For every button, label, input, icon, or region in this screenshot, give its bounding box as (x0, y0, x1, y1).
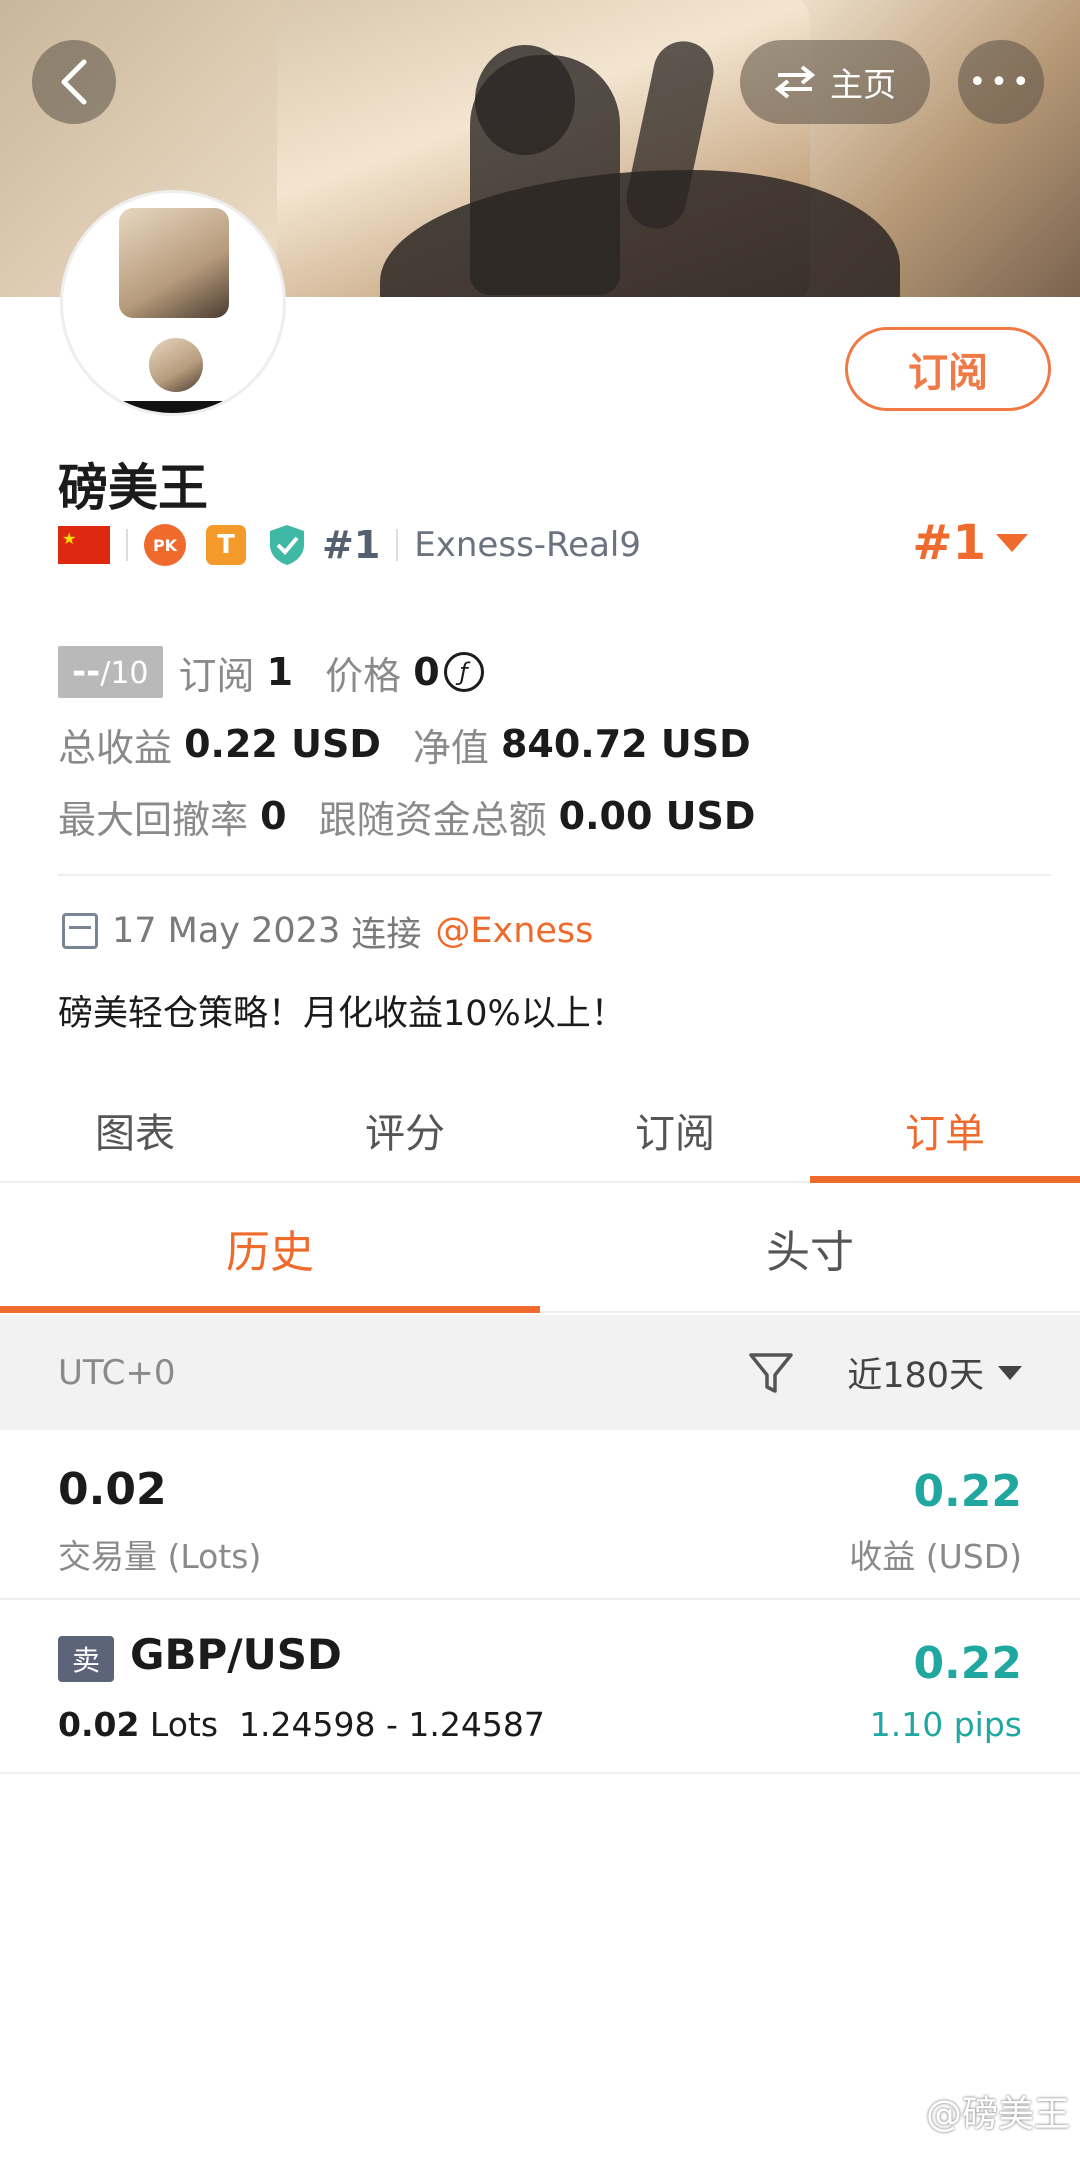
verified-shield-icon (270, 525, 304, 565)
stats-block: --/10 订阅 1 价格 0 ƒ 总收益 0.22 USD 净值 840.72… (58, 636, 755, 852)
chevron-left-icon (61, 59, 87, 105)
total-profit-caption: 收益 (USD) (849, 1537, 1022, 1576)
avatar-bottom-bar (63, 401, 283, 413)
badges-row: ★ PK T #1 Exness-Real9 (58, 520, 641, 570)
watermark: @磅美王 (925, 2094, 1070, 2135)
calendar-icon (62, 913, 98, 949)
total-profit-amount: 0.22 (913, 1466, 1022, 1517)
order-profit: 0.22 (913, 1638, 1022, 1689)
filter-funnel-icon[interactable] (747, 1349, 795, 1397)
range-dropdown[interactable]: 近180天 (847, 1347, 1022, 1398)
avatar[interactable] (60, 190, 286, 416)
max-drawdown-label: 最大回撤率 (58, 797, 249, 842)
tab-rating[interactable]: 评分 (270, 1078, 540, 1181)
badge-divider (126, 529, 128, 561)
stat-row-profit: 总收益 0.22 USD 净值 840.72 USD (58, 708, 755, 780)
filter-bar: UTC+0 近180天 (0, 1315, 1080, 1430)
connect-label: 连接 (351, 914, 422, 955)
more-dots-icon: ••• (968, 64, 1034, 100)
t-badge-icon: T (206, 525, 246, 565)
order-detail: 0.02 Lots 1.24598 - 1.24587 (58, 1705, 545, 1744)
strategy-description: 磅美轻仓策略！月化收益10%以上！ (58, 994, 626, 1034)
server-name: Exness-Real9 (414, 525, 641, 565)
avatar-image (119, 208, 229, 318)
timezone-label: UTC+0 (58, 1352, 176, 1393)
follow-funds-value: 0.00 USD (558, 794, 756, 838)
coin-icon: ƒ (443, 652, 484, 692)
rank-dropdown[interactable]: #1 (912, 515, 1028, 571)
score-box: --/10 (58, 646, 163, 698)
main-tabs: 图表 评分 订阅 订单 (0, 1078, 1080, 1183)
currency-pair: GBP/USD (130, 1630, 342, 1679)
order-subtabs: 历史 头寸 (0, 1185, 1080, 1313)
avatar-mini-image (149, 338, 203, 392)
price-label: 价格 (325, 653, 402, 698)
caret-down-icon (998, 1365, 1022, 1380)
total-profit-label: 总收益 (58, 725, 173, 770)
stat-row-score: --/10 订阅 1 价格 0 ƒ (58, 636, 755, 708)
stat-row-drawdown: 最大回撤率 0 跟随资金总额 0.00 USD (58, 780, 755, 852)
order-lots-unit: Lots (149, 1705, 219, 1744)
equity-label: 净值 (412, 725, 489, 770)
subscribe-button[interactable]: 订阅 (845, 327, 1051, 411)
trader-name: 磅美王 (58, 459, 208, 517)
subtab-history[interactable]: 历史 (0, 1185, 540, 1313)
rank-value: #1 (912, 515, 986, 571)
home-label: 主页 (830, 65, 896, 104)
rank-badge: #1 (322, 523, 381, 567)
sell-badge: 卖 (58, 1636, 114, 1682)
swap-icon (774, 65, 816, 99)
score-value: -- (72, 652, 101, 692)
back-button[interactable] (32, 40, 116, 124)
cover-figure-head (475, 45, 575, 155)
follow-funds-label: 跟随资金总额 (318, 797, 547, 842)
connect-info: 17 May 2023 连接 @Exness (62, 905, 593, 957)
home-button[interactable]: 主页 (740, 40, 930, 124)
equity-value: 840.72 USD (500, 722, 751, 766)
price-value: 0 (413, 650, 440, 694)
pk-flame-icon: PK (144, 524, 186, 566)
total-profit-value: 0.22 USD (184, 722, 381, 766)
connect-date: 17 May 2023 (112, 911, 341, 951)
total-lots-value: 0.02 (58, 1464, 167, 1515)
badge-divider (396, 529, 399, 561)
caret-down-icon (996, 534, 1028, 552)
max-drawdown-value: 0 (260, 794, 287, 838)
subtab-positions[interactable]: 头寸 (540, 1185, 1080, 1311)
score-max: /10 (100, 656, 149, 691)
total-lots-label: 交易量 (Lots) (58, 1537, 262, 1576)
section-divider (58, 874, 1051, 876)
order-lots: 0.02 (58, 1705, 140, 1744)
order-row[interactable]: 卖 GBP/USD 0.02 Lots 1.24598 - 1.24587 0.… (0, 1602, 1080, 1774)
tab-subscribe[interactable]: 订阅 (540, 1078, 810, 1181)
china-flag-icon: ★ (58, 526, 110, 564)
more-options-button[interactable]: ••• (958, 40, 1044, 124)
orders-summary: 0.02 交易量 (Lots) 0.22 收益 (USD) (0, 1430, 1080, 1600)
tab-chart[interactable]: 图表 (0, 1078, 270, 1181)
subscribe-count-value: 1 (266, 650, 294, 694)
order-pips: 1.10 pips (869, 1705, 1022, 1744)
order-prices: 1.24598 - 1.24587 (239, 1705, 545, 1744)
range-label: 近180天 (847, 1356, 984, 1396)
broker-link[interactable]: @Exness (435, 911, 593, 951)
tab-orders[interactable]: 订单 (810, 1078, 1080, 1183)
subscribe-count-label: 订阅 (178, 653, 255, 698)
